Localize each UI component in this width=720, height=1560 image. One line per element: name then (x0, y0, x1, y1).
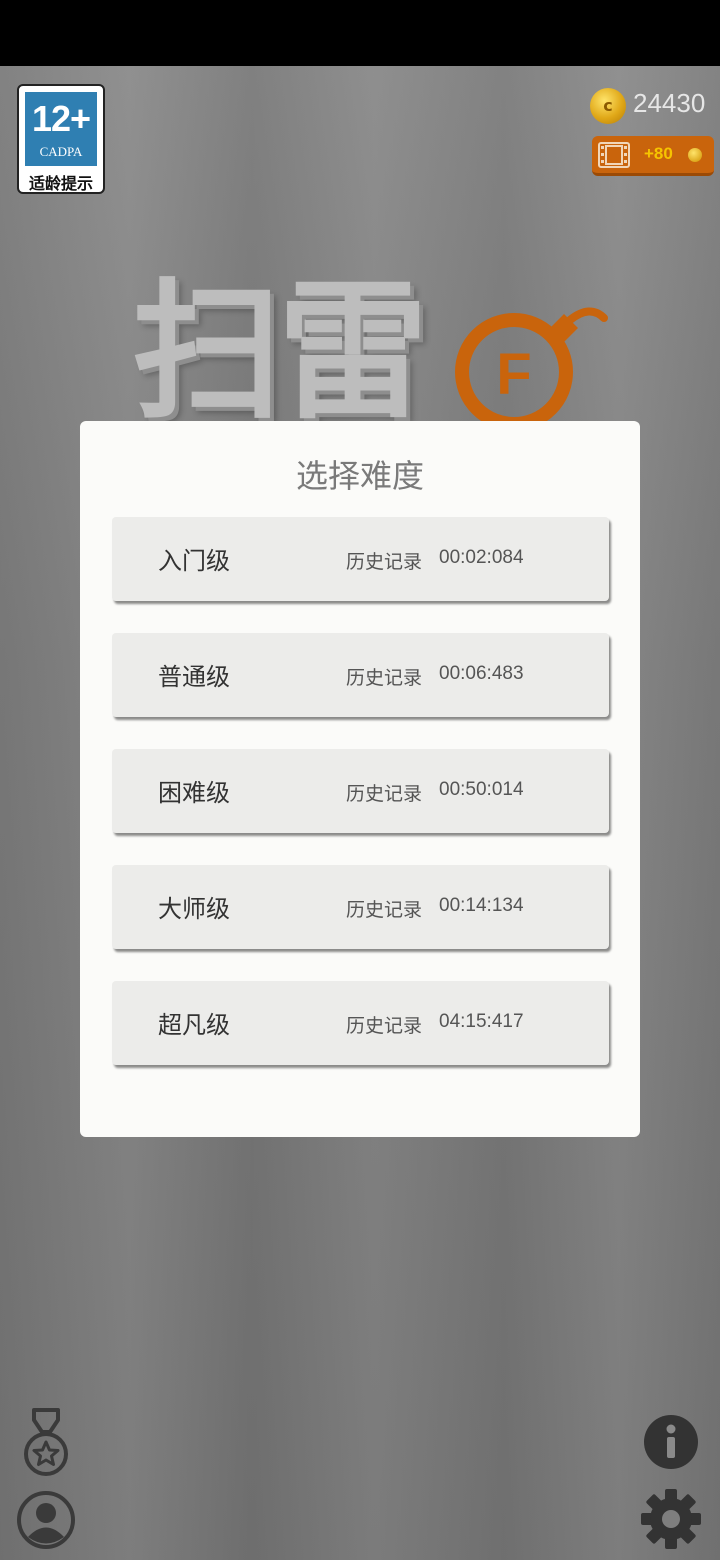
record-label: 历史记录 (346, 1015, 423, 1037)
level-name: 困难级 (158, 779, 230, 807)
age-rating-number: 12+ (31, 98, 91, 139)
level-name: 大师级 (158, 895, 230, 923)
age-rating-org: CADPA (39, 144, 83, 159)
record-label: 历史记录 (346, 551, 423, 573)
watch-ad-reward-button[interactable]: +80 (592, 136, 714, 176)
level-name: 普通级 (158, 663, 230, 691)
dialog-title: 选择难度 (295, 457, 424, 495)
level-name: 超凡级 (158, 1011, 230, 1039)
record-time: 04:15:417 (439, 1011, 524, 1032)
coin-icon: c (590, 88, 626, 124)
age-rating-badge[interactable]: 12+ CADPA 适龄提示 (17, 84, 105, 194)
svg-text:F: F (496, 342, 531, 407)
small-coin-icon (688, 148, 702, 162)
record-time: 00:50:014 (439, 779, 524, 800)
ad-reward-label: +80 (644, 144, 673, 163)
info-icon[interactable] (643, 1414, 699, 1470)
level-name: 入门级 (158, 547, 230, 575)
level-button-beginner[interactable]: 入门级 历史记录 00:02:084 (112, 517, 609, 601)
medal-icon[interactable] (20, 1408, 72, 1478)
record-time: 00:06:483 (439, 663, 524, 684)
record-time: 00:14:134 (439, 895, 524, 916)
difficulty-dialog: 选择难度 入门级 历史记录 00:02:084 普通级 历史记录 00:06:4… (80, 421, 640, 1137)
age-rating-panel: 12+ CADPA (25, 92, 97, 166)
record-time: 00:02:084 (439, 547, 524, 568)
record-label: 历史记录 (346, 783, 423, 805)
age-rating-tip: 适龄提示 (28, 174, 93, 193)
gear-icon[interactable] (640, 1488, 702, 1550)
status-bar (0, 0, 720, 66)
level-button-normal[interactable]: 普通级 历史记录 00:06:483 (112, 633, 609, 717)
game-logo-text: 扫雷 (132, 266, 428, 440)
record-label: 历史记录 (346, 899, 423, 921)
film-icon (598, 142, 630, 168)
record-label: 历史记录 (346, 667, 423, 689)
level-button-extraordinary[interactable]: 超凡级 历史记录 04:15:417 (112, 981, 609, 1065)
coin-count: 24430 (633, 88, 706, 118)
bomb-logo-icon: F (455, 307, 608, 430)
profile-icon[interactable] (16, 1490, 76, 1550)
level-button-hard[interactable]: 困难级 历史记录 00:50:014 (112, 749, 609, 833)
level-button-master[interactable]: 大师级 历史记录 00:14:134 (112, 865, 609, 949)
